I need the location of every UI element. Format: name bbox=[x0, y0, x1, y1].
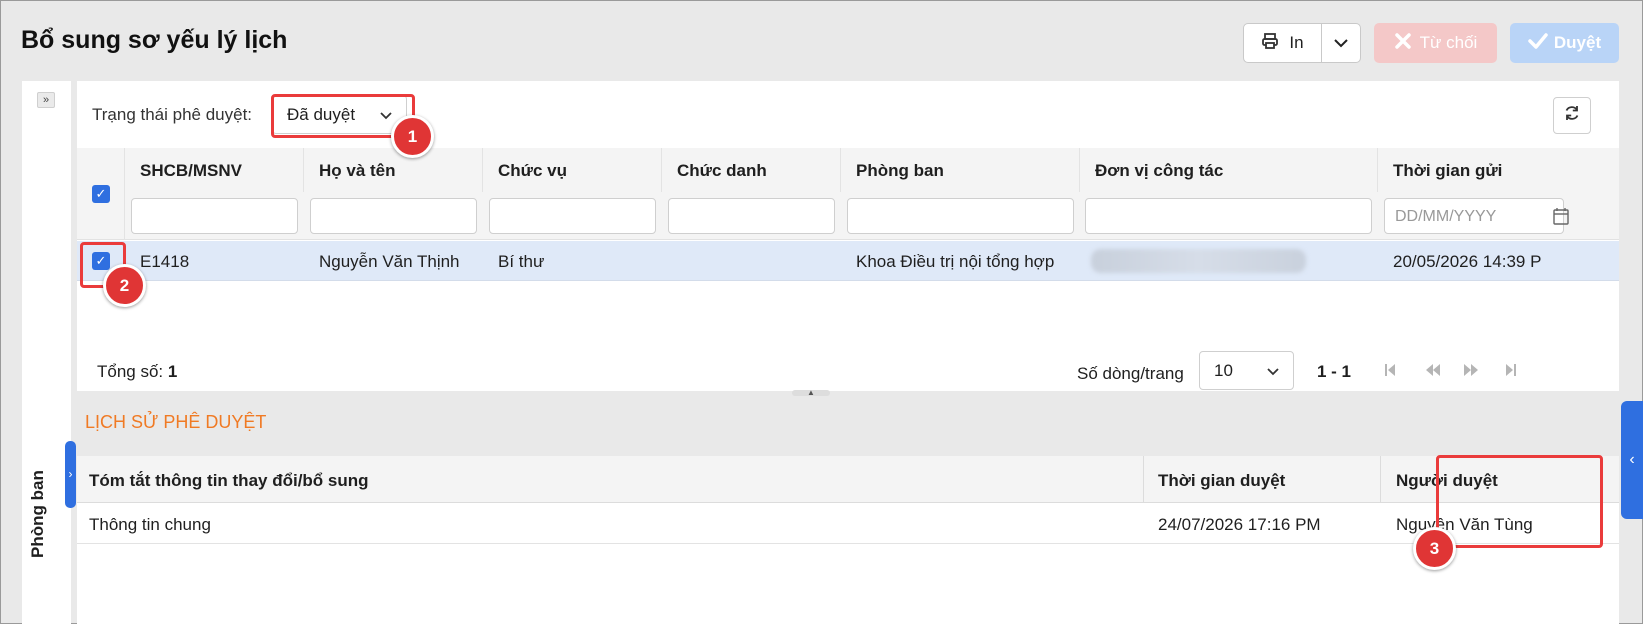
grid-filter-row: DD/MM/YYYY bbox=[77, 192, 1619, 240]
department-sidebar: » Phòng ban bbox=[22, 81, 71, 624]
total-count: Tổng số: 1 bbox=[97, 362, 177, 382]
expand-sidebar-icon[interactable]: » bbox=[37, 92, 55, 108]
filter-input-department[interactable] bbox=[847, 198, 1074, 234]
print-dropdown-button[interactable] bbox=[1322, 24, 1360, 62]
history-row[interactable]: Thông tin chung 24/07/2026 17:16 PM Nguy… bbox=[77, 503, 1619, 544]
history-header: Tóm tắt thông tin thay đổi/bổ sung Thời … bbox=[77, 456, 1619, 503]
column-header-id[interactable]: SHCB/MSNV bbox=[125, 148, 304, 192]
check-icon bbox=[1528, 32, 1548, 55]
rows-per-page-select[interactable]: 10 bbox=[1199, 351, 1294, 390]
chevron-down-icon bbox=[1267, 361, 1279, 381]
annotation-badge-1: 1 bbox=[391, 115, 434, 158]
filter-input-id[interactable] bbox=[131, 198, 298, 234]
annotation-badge-3: 3 bbox=[1413, 527, 1456, 570]
page-range: 1 - 1 bbox=[1317, 362, 1352, 381]
print-button[interactable]: In bbox=[1244, 24, 1322, 62]
close-icon bbox=[1394, 32, 1412, 55]
printer-icon bbox=[1261, 32, 1279, 55]
filter-input-name[interactable] bbox=[310, 198, 477, 234]
calendar-icon[interactable] bbox=[1553, 207, 1569, 230]
history-header-time: Thời gian duyệt bbox=[1158, 471, 1286, 490]
grid-header: SHCB/MSNV Họ và tên Chức vụ Chức danh Ph… bbox=[77, 148, 1619, 192]
first-page-icon[interactable] bbox=[1384, 363, 1396, 380]
column-header-name[interactable]: Họ và tên bbox=[304, 148, 483, 192]
history-summary: Thông tin chung bbox=[89, 515, 211, 534]
cell-id: E1418 bbox=[140, 252, 190, 271]
print-label: In bbox=[1289, 33, 1304, 52]
history-time: 24/07/2026 17:16 PM bbox=[1158, 515, 1321, 534]
select-all-checkbox[interactable]: ✓ bbox=[92, 185, 110, 203]
filter-input-unit[interactable] bbox=[1085, 198, 1372, 234]
approve-button[interactable]: Duyệt bbox=[1510, 23, 1619, 63]
column-header-title[interactable]: Chức danh bbox=[662, 148, 841, 192]
refresh-icon bbox=[1563, 104, 1581, 127]
chevron-down-icon bbox=[1334, 33, 1348, 53]
cell-department: Khoa Điều trị nội tổng hợp bbox=[856, 252, 1055, 271]
refresh-button[interactable] bbox=[1553, 97, 1591, 134]
cell-sent-time: 20/05/2026 14:39 P bbox=[1393, 252, 1542, 271]
print-button-group: In bbox=[1243, 23, 1361, 63]
previous-page-icon[interactable] bbox=[1425, 363, 1441, 380]
approve-label: Duyệt bbox=[1553, 33, 1602, 52]
filter-date-input[interactable]: DD/MM/YYYY bbox=[1384, 198, 1569, 234]
total-value: 1 bbox=[167, 362, 178, 381]
column-header-sent-time[interactable]: Thời gian gửi bbox=[1378, 148, 1619, 192]
reject-label: Từ chối bbox=[1419, 33, 1478, 52]
history-header-summary: Tóm tắt thông tin thay đổi/bổ sung bbox=[89, 471, 369, 490]
page-title: Bổ sung sơ yếu lý lịch bbox=[21, 26, 288, 54]
cell-unit-blurred bbox=[1091, 249, 1306, 273]
next-page-icon[interactable] bbox=[1463, 363, 1479, 380]
select-all-column: ✓ bbox=[77, 148, 125, 240]
total-label: Tổng số: bbox=[97, 362, 164, 381]
column-divider bbox=[1143, 456, 1144, 503]
column-header-department[interactable]: Phòng ban bbox=[841, 148, 1080, 192]
column-header-position[interactable]: Chức vụ bbox=[483, 148, 662, 192]
sidebar-toggle-handle[interactable]: › bbox=[65, 441, 76, 508]
cell-position: Bí thư bbox=[498, 252, 545, 271]
filter-input-position[interactable] bbox=[489, 198, 656, 234]
column-divider bbox=[1380, 456, 1381, 503]
approval-history-title: LỊCH SỬ PHÊ DUYỆT bbox=[85, 412, 267, 432]
approval-history-table: Tóm tắt thông tin thay đổi/bổ sung Thời … bbox=[77, 456, 1619, 624]
reject-button[interactable]: Từ chối bbox=[1374, 23, 1497, 63]
sidebar-label: Phòng ban bbox=[28, 470, 47, 558]
column-header-unit[interactable]: Đơn vị công tác bbox=[1080, 148, 1378, 192]
annotation-box-approver bbox=[1436, 455, 1603, 548]
date-placeholder: DD/MM/YYYY bbox=[1395, 208, 1497, 225]
annotation-badge-2: 2 bbox=[103, 264, 146, 307]
rows-per-page-value: 10 bbox=[1214, 360, 1233, 380]
cell-name: Nguyễn Văn Thịnh bbox=[319, 252, 460, 271]
request-grid: SHCB/MSNV Họ và tên Chức vụ Chức danh Ph… bbox=[77, 148, 1619, 332]
panel-splitter[interactable]: ▲ bbox=[792, 389, 830, 397]
rows-per-page-label: Số dòng/trang bbox=[1077, 364, 1184, 383]
right-panel-toggle[interactable]: ‹ bbox=[1621, 401, 1643, 519]
approval-status-label: Trạng thái phê duyệt: bbox=[92, 105, 253, 124]
table-row[interactable]: ✓ E1418 Nguyễn Văn Thịnh Bí thư Khoa Điề… bbox=[77, 241, 1619, 281]
last-page-icon[interactable] bbox=[1505, 363, 1517, 380]
filter-input-title[interactable] bbox=[668, 198, 835, 234]
